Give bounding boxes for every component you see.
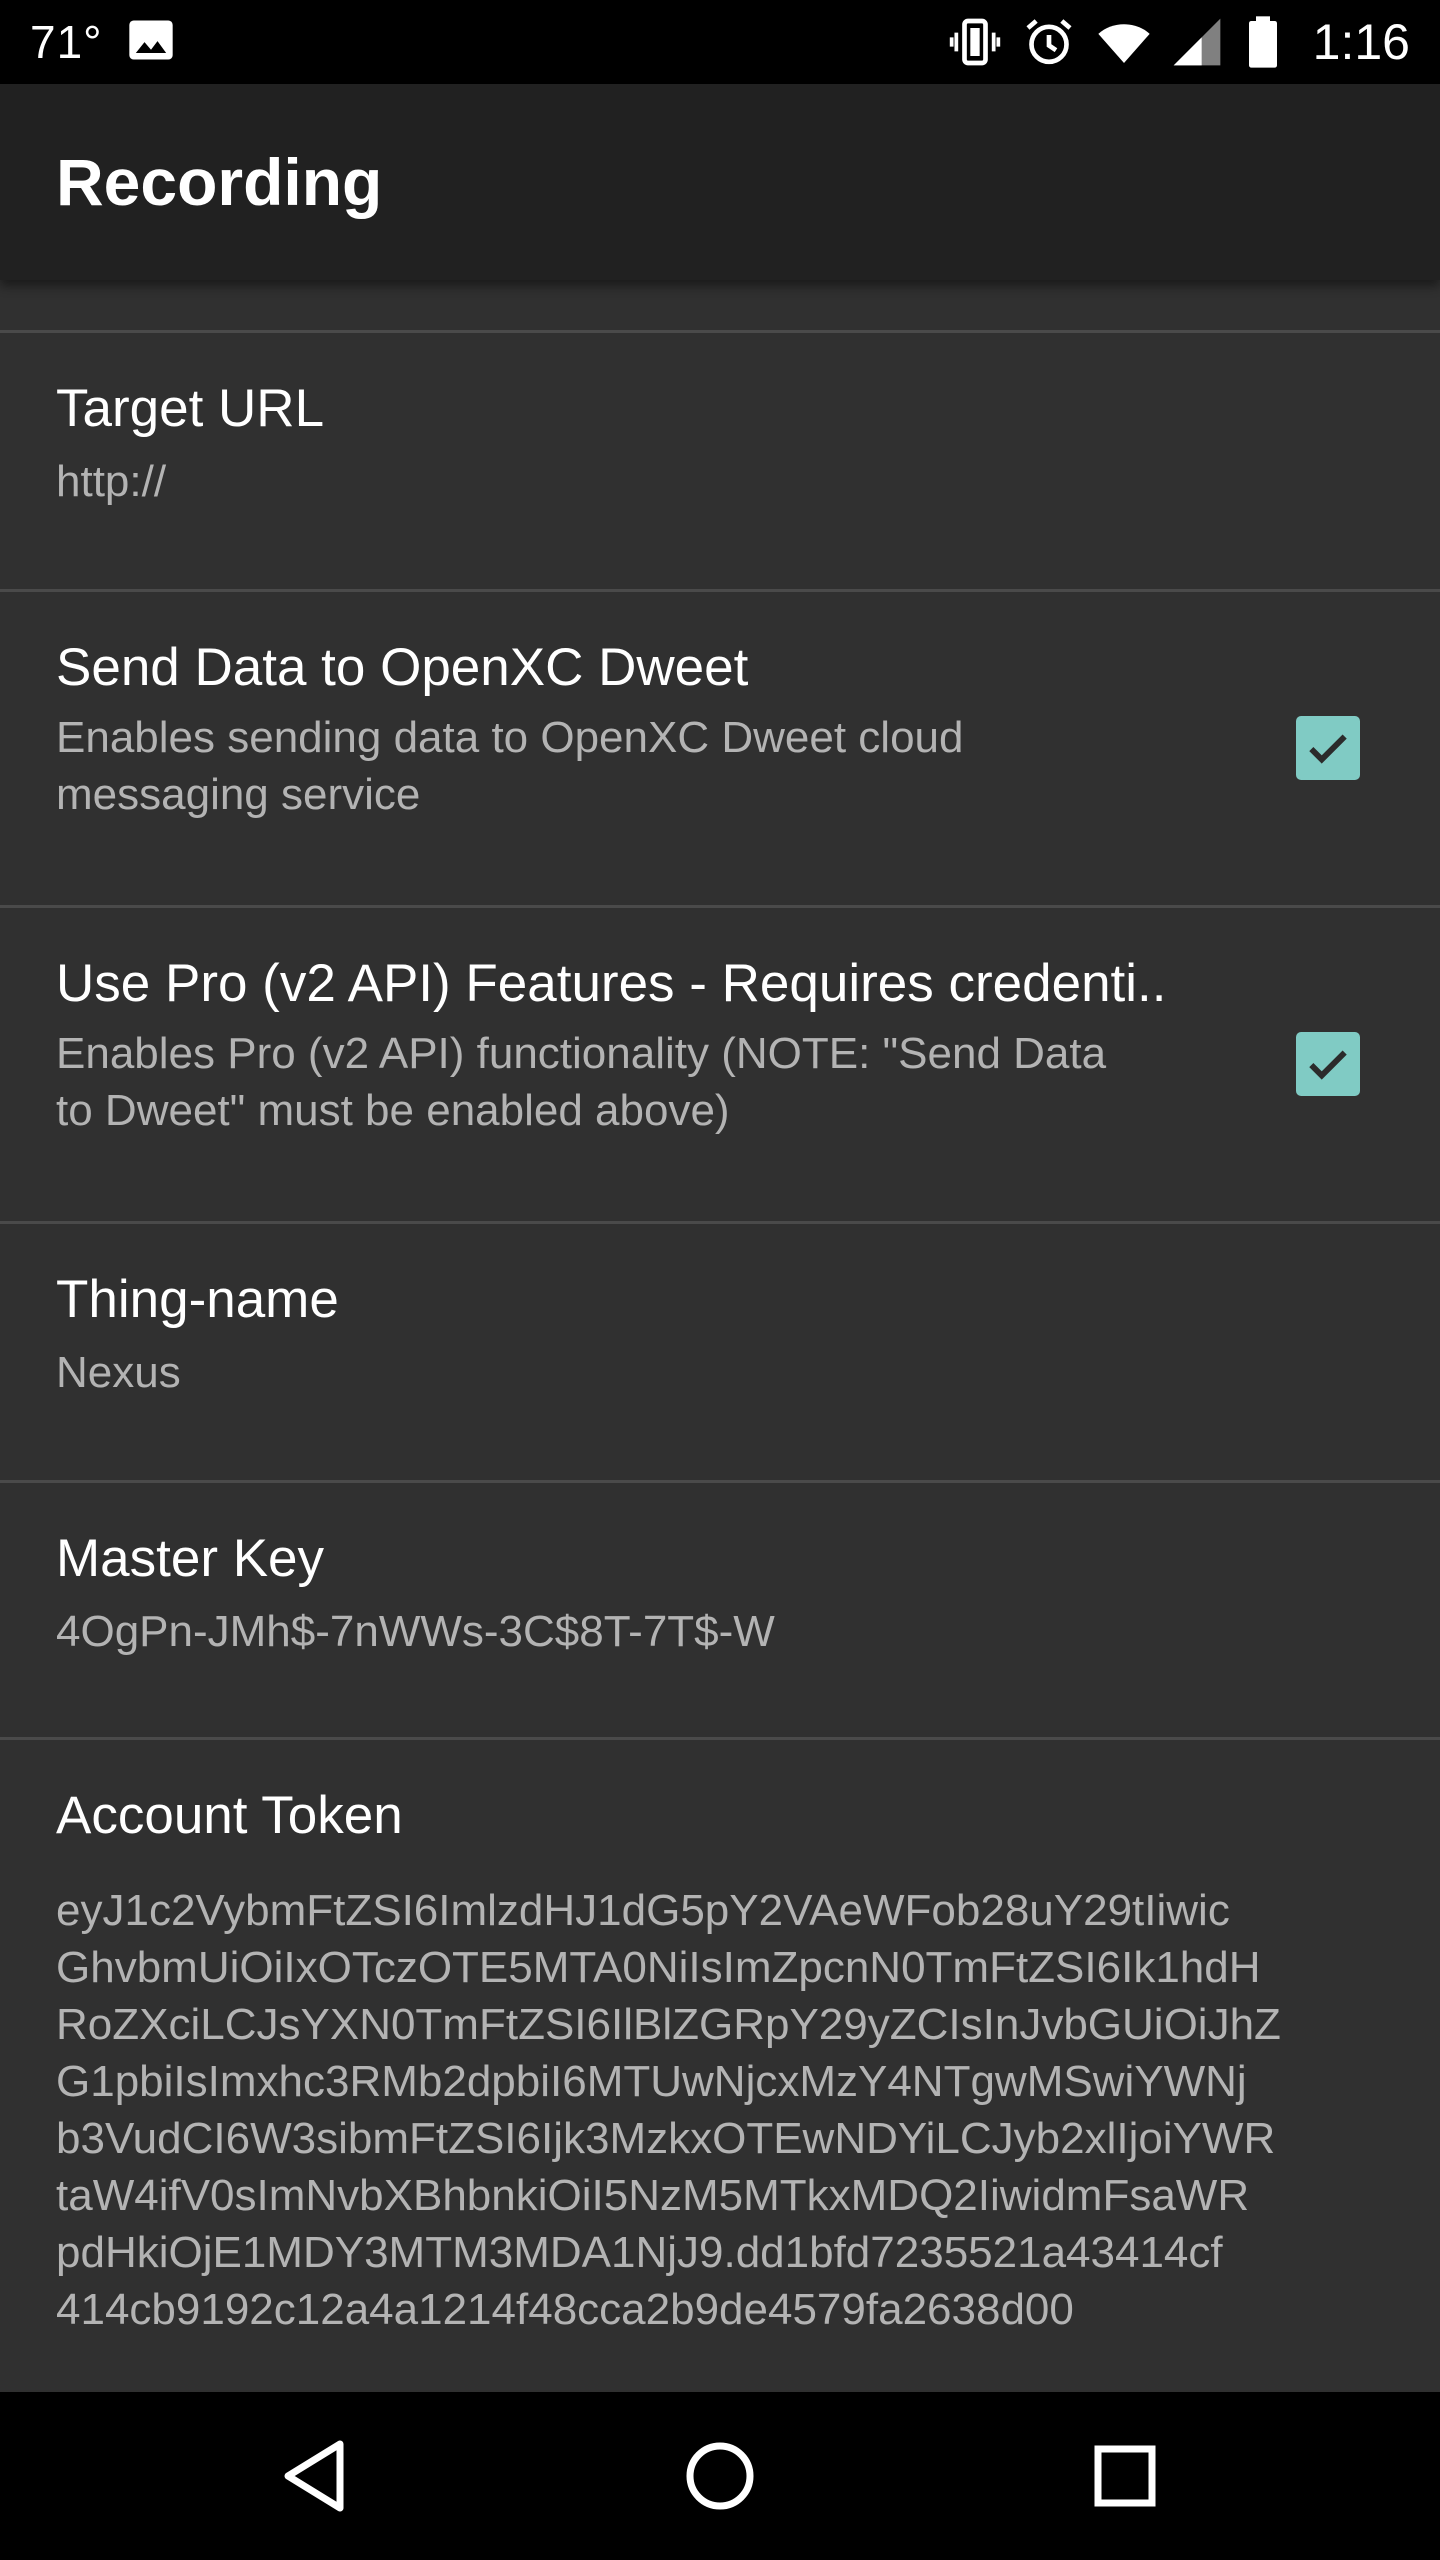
battery-icon [1243, 14, 1283, 70]
use-pro-checkbox[interactable] [1296, 1032, 1360, 1096]
app-bar: Recording [0, 84, 1440, 280]
image-icon [125, 14, 181, 70]
send-dweet-checkbox[interactable] [1296, 716, 1360, 780]
pref-title: Use Pro (v2 API) Features - Requires cre… [56, 954, 1167, 1013]
token-line: b3VudCI6W3sibmFtZSI6Ijk3MzkxOTEwNDYiLCJy… [56, 2114, 1276, 2163]
cell-signal-icon [1169, 14, 1225, 70]
account-token-value: eyJ1c2VybmFtZSI6ImlzdHJ1dG5pY2VAeWFob28u… [56, 1882, 1396, 2338]
check-icon [1309, 1050, 1347, 1080]
pref-summary: Enables sending data to OpenXC Dweet clo… [56, 709, 963, 823]
summary-line: Enables Pro (v2 API) functionality (NOTE… [56, 1029, 1107, 1078]
navigation-bar [0, 2392, 1440, 2560]
pref-master-key[interactable]: Master Key 4OgPn-JMh$-7nWWs-3C$8T-7T$-W [0, 1483, 1440, 1739]
pref-summary: http:// [56, 457, 167, 506]
pref-title: Master Key [56, 1529, 325, 1588]
pref-thing-name[interactable]: Thing-name Nexus [0, 1224, 1440, 1480]
token-line: taW4ifV0sImNvbXBhbnkiOiI5NzM5MTkxMDQ2Iiw… [56, 2171, 1250, 2220]
temperature: 71° [30, 16, 103, 68]
pref-summary: Enables Pro (v2 API) functionality (NOTE… [56, 1025, 1106, 1139]
pref-target-url[interactable]: Target URL http:// [0, 333, 1440, 589]
wifi-icon [1095, 14, 1151, 70]
summary-line: messaging service [56, 770, 421, 819]
summary-line: Enables sending data to OpenXC Dweet clo… [56, 713, 964, 762]
pref-send-dweet[interactable]: Send Data to OpenXC Dweet Enables sendin… [0, 592, 1440, 905]
pref-use-pro[interactable]: Use Pro (v2 API) Features - Requires cre… [0, 908, 1440, 1221]
home-icon[interactable] [670, 2426, 770, 2526]
token-line: pdHkiOjE1MDY3MTM3MDA1NjJ9.dd1bfd7235521a… [56, 2228, 1223, 2277]
clock: 1:16 [1312, 14, 1410, 70]
vibrate-icon [947, 14, 1003, 70]
pref-summary: 4OgPn-JMh$-7nWWs-3C$8T-7T$-W [56, 1607, 775, 1656]
token-line: G1pbiIsImxhc3RMb2dpbiI6MTUwNjcxMzY4NTgwM… [56, 2057, 1247, 2106]
token-line: 414cb9192c12a4a1214f48cca2b9de4579fa2638… [56, 2285, 1074, 2334]
pref-title: Account Token [56, 1786, 403, 1845]
page-title: Recording [56, 145, 383, 219]
check-icon [1309, 734, 1347, 764]
token-line: eyJ1c2VybmFtZSI6ImlzdHJ1dG5pY2VAeWFob28u… [56, 1886, 1230, 1935]
pref-summary: Nexus [56, 1348, 181, 1397]
preference-list[interactable]: Target URL http:// Send Data to OpenXC D… [0, 280, 1440, 2392]
pref-title: Thing-name [56, 1270, 339, 1329]
token-line: RoZXciLCJsYXN0TmFtZSI6IlBlZGRpY29yZCIsIn… [56, 2000, 1281, 2049]
token-line: GhvbmUiOiIxOTczOTE5MTA0NiIsImZpcnN0TmFtZ… [56, 1943, 1261, 1992]
back-icon[interactable] [265, 2426, 365, 2526]
recents-icon[interactable] [1075, 2426, 1175, 2526]
alarm-icon [1021, 14, 1077, 70]
pref-title: Send Data to OpenXC Dweet [56, 638, 749, 697]
pref-title: Target URL [56, 379, 325, 438]
summary-line: to Dweet" must be enabled above) [56, 1086, 730, 1135]
status-bar: 71° 1:16 [0, 0, 1440, 84]
